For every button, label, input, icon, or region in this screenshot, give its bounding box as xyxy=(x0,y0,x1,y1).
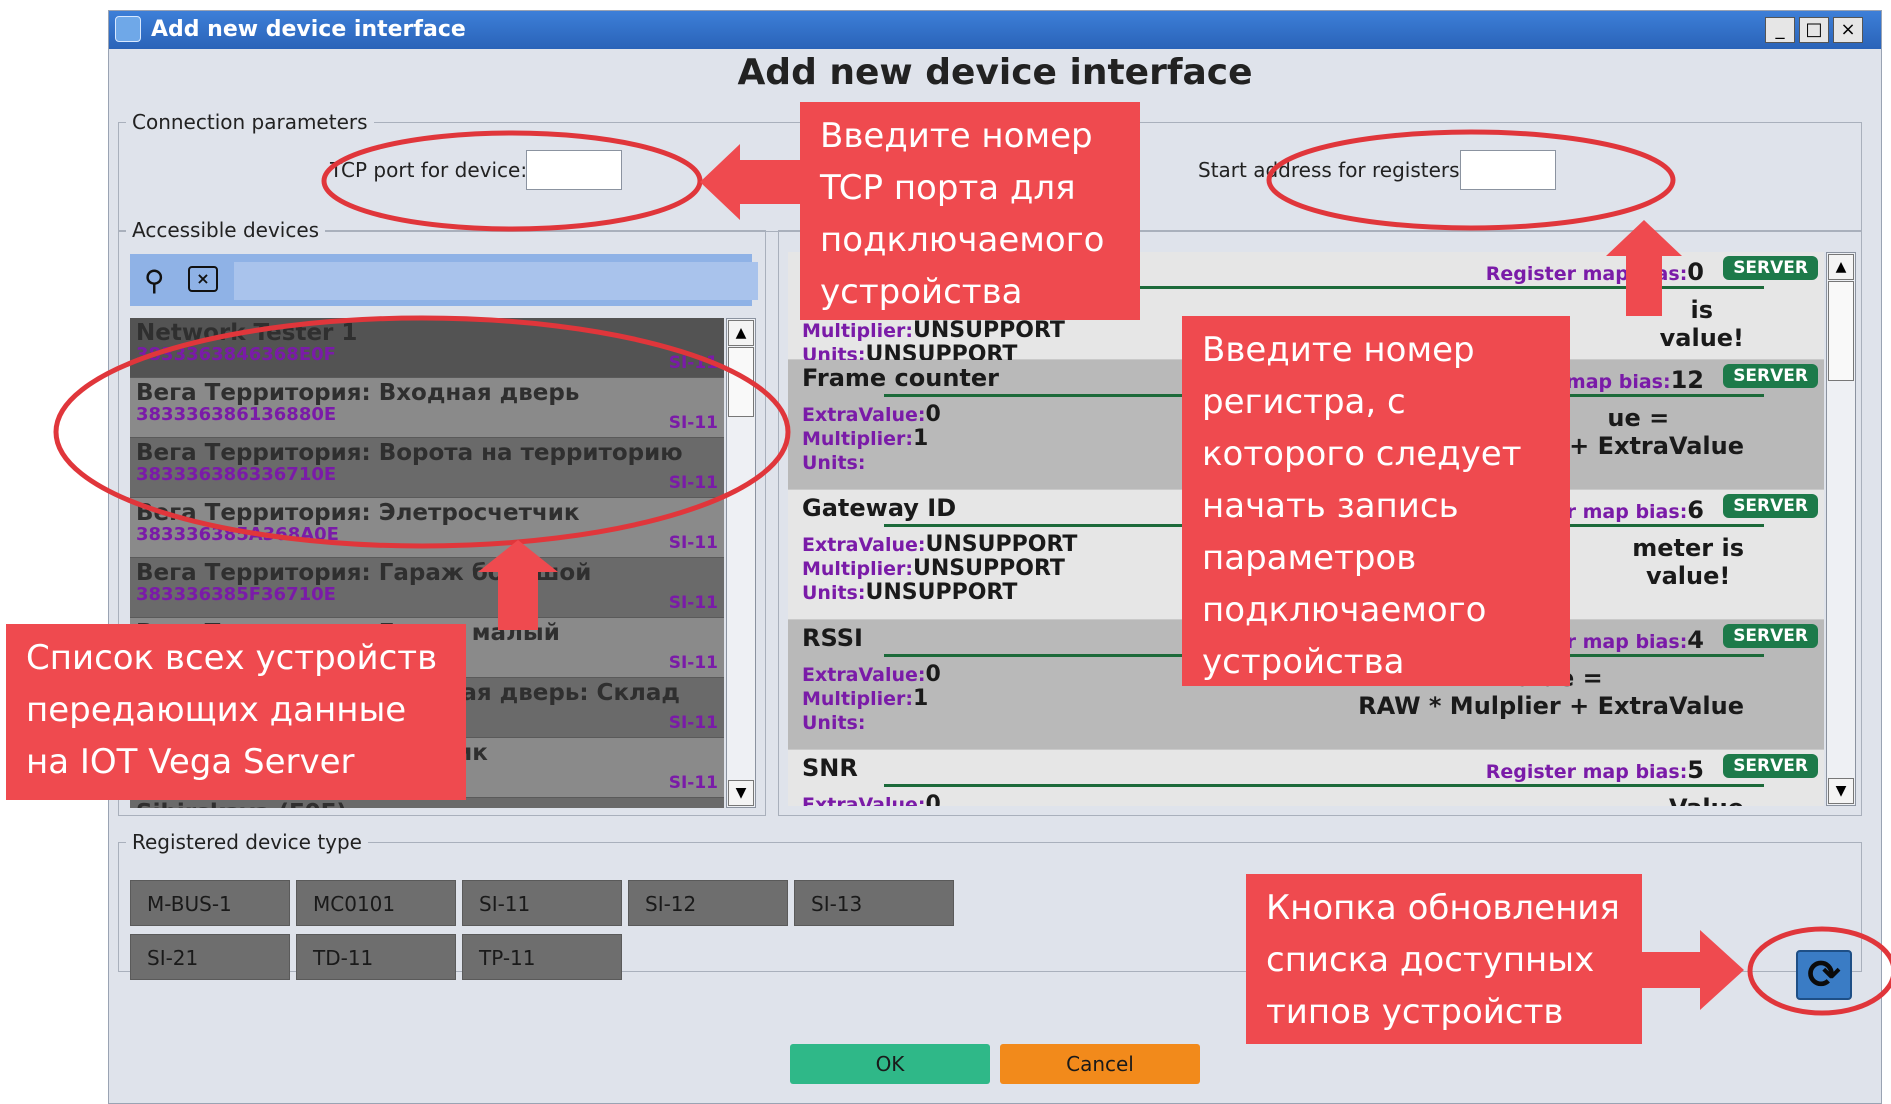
device-list-highlight-ellipse xyxy=(53,315,791,549)
refresh-highlight-ellipse xyxy=(1747,926,1891,1016)
tcp-port-annotation: Введите номер TCP порта для подключаемог… xyxy=(800,102,1140,320)
register-arrow xyxy=(1606,220,1682,316)
list-arrow xyxy=(478,540,558,630)
refresh-annotation: Кнопка обновления списка доступных типов… xyxy=(1246,874,1642,1044)
register-annotation: Введите номер регистра, с которого следу… xyxy=(1182,316,1570,686)
refresh-arrow xyxy=(1640,930,1744,1010)
start-address-highlight-ellipse xyxy=(1266,129,1676,231)
device-list-annotation: Список всех устройств передающих данные … xyxy=(6,624,466,800)
tcp-highlight-ellipse xyxy=(321,130,703,232)
tcp-arrow xyxy=(700,144,803,220)
